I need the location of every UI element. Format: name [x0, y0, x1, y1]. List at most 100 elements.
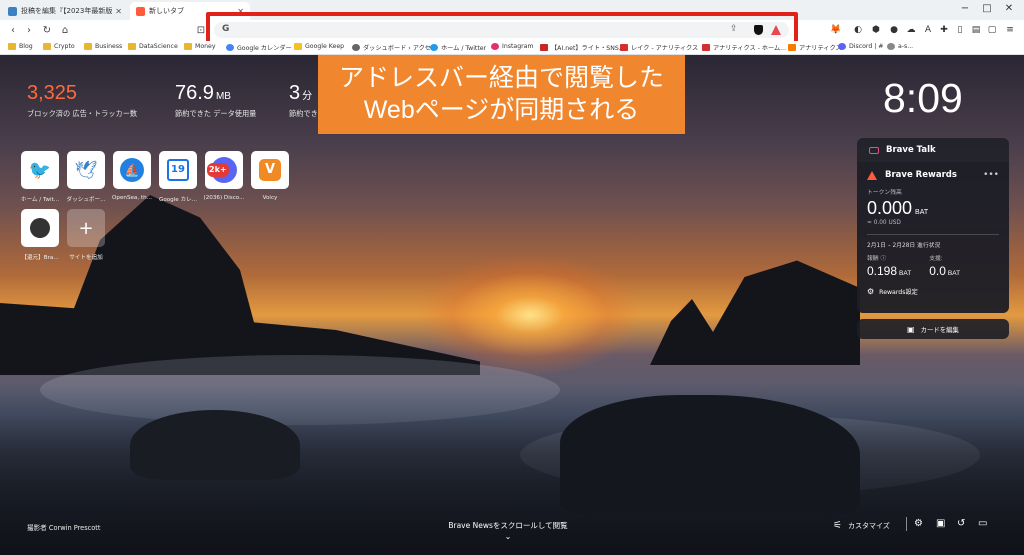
forward-button[interactable]: ›: [22, 23, 36, 37]
sliders-icon: ⚟: [833, 520, 842, 531]
minimize-button[interactable]: −: [954, 3, 976, 14]
instagram-icon: [491, 43, 499, 50]
dots-icon: [887, 43, 895, 50]
edit-cards-button[interactable]: ▣ カードを編集: [857, 319, 1009, 339]
circle-extension-icon[interactable]: ●: [888, 24, 900, 36]
twitter-icon: 🐦: [21, 151, 59, 189]
foreground-rock: [130, 410, 300, 480]
wordpress-bird-icon: 🕊: [67, 151, 105, 189]
bookmark-item[interactable]: アナリティクス - ホーム...: [702, 43, 786, 52]
bookmark-item[interactable]: ホーム / Twitter: [430, 43, 486, 52]
sea-stack-right: [650, 260, 860, 365]
talk-video-icon[interactable]: ▭: [978, 518, 987, 529]
bookmark-item[interactable]: a-s...: [887, 43, 913, 50]
analytics-icon: [788, 44, 796, 51]
discord-icon: [838, 43, 846, 50]
more-options-icon[interactable]: •••: [983, 170, 999, 180]
flag-icon: [702, 44, 710, 51]
bookmark-item[interactable]: Money: [184, 43, 216, 50]
folder-icon: [84, 43, 92, 50]
bookmarks-icon[interactable]: ▣: [936, 518, 945, 529]
gear-icon: ⚙: [867, 287, 875, 296]
tab-title: 投稿を編集『【2023年最新版】余うだけで: [21, 7, 113, 15]
folder-icon: [43, 43, 51, 50]
bookmark-item[interactable]: 【AI.net】ライト・SNS...: [540, 43, 625, 52]
maximize-button[interactable]: □: [976, 3, 998, 14]
bookmark-item[interactable]: DataScience: [128, 43, 178, 50]
brave-rewards-icon: [867, 170, 877, 180]
photo-credit[interactable]: 撮影者 Corwin Prescott: [27, 522, 100, 532]
flag-icon: [620, 44, 628, 51]
folder-icon: [128, 43, 136, 50]
settings-icon[interactable]: ⚙: [914, 518, 923, 529]
wallet-icon[interactable]: ▤: [970, 24, 982, 36]
bookmark-item[interactable]: Discord | #: [838, 43, 883, 50]
wordpress-favicon-icon: [8, 6, 17, 16]
bookmark-item[interactable]: Google カレンダー: [226, 43, 292, 52]
widget-panel: Brave Talk Brave Rewards ••• トークン残高 0.00…: [857, 138, 1009, 339]
back-button[interactable]: ‹: [6, 23, 20, 37]
brave-rewards-card: Brave Rewards ••• トークン残高 0.000 BAT ≈ 0.00…: [857, 162, 1009, 313]
twitter-icon: [430, 44, 438, 51]
brave-talk-card[interactable]: Brave Talk: [857, 138, 1009, 162]
a-extension-icon[interactable]: A: [922, 24, 934, 36]
cloud-extension-icon[interactable]: ☁: [905, 24, 917, 36]
vpn-icon[interactable]: ▢: [986, 24, 998, 36]
bookmark-item[interactable]: アナリティクス: [788, 43, 842, 52]
bookmark-item[interactable]: Google Keep: [294, 43, 344, 50]
puzzle-extensions-icon[interactable]: ✚: [938, 24, 950, 36]
home-button[interactable]: ⌂: [58, 23, 72, 37]
wallet-extension-icon[interactable]: ◐: [852, 24, 864, 36]
add-icon: +: [67, 209, 105, 247]
opensea-icon: ⛵: [113, 151, 151, 189]
tab-close-icon[interactable]: ✕: [115, 7, 122, 16]
bookmark-item[interactable]: レイク - アナリティクス: [620, 43, 698, 52]
stat-bandwidth-saved: 76.9 MB 節約できた データ使用量: [175, 82, 257, 118]
support-section: 支援: 0.0 BAT: [929, 256, 961, 278]
chevron-down-icon: ⌄: [504, 532, 512, 541]
bookmark-item[interactable]: Blog: [8, 43, 33, 50]
close-window-button[interactable]: ✕: [998, 3, 1020, 14]
discord-icon: 2k+: [205, 151, 243, 189]
video-camera-icon: [869, 146, 879, 154]
brave-favicon-icon: [136, 6, 145, 16]
google-calendar-icon: 19: [159, 151, 197, 189]
brave-news-prompt[interactable]: Brave Newsをスクロールして閲覧 ⌄: [443, 520, 573, 541]
google-calendar-icon: [226, 44, 234, 51]
brave-globe-icon: [21, 209, 59, 247]
rewards-settings-link[interactable]: ⚙ Rewards設定: [867, 287, 999, 296]
voicy-icon: V: [251, 151, 289, 189]
google-keep-icon: [294, 43, 302, 50]
bookmark-item[interactable]: Business: [84, 43, 122, 50]
folder-icon: [184, 43, 192, 50]
bookmark-item[interactable]: Crypto: [43, 43, 75, 50]
history-icon[interactable]: ↺: [957, 518, 965, 529]
top-site-tile[interactable]: 🕊 ダッシュボー...: [67, 151, 105, 203]
top-site-tile[interactable]: 【還元】Bra...: [21, 209, 59, 261]
shield-extension-icon[interactable]: ⬢: [870, 24, 882, 36]
top-site-tile[interactable]: 🐦 ホーム / Twit...: [21, 151, 59, 203]
stat-blocked-trackers: 3,325 ブロック済の 広告・トラッカー数: [27, 82, 138, 118]
news-icon: [540, 44, 548, 51]
top-site-tile[interactable]: 2k+ (2036) Disco...: [204, 151, 244, 201]
foreground-rock: [560, 395, 860, 515]
customize-button[interactable]: ⚟ カスタマイズ: [833, 520, 890, 531]
top-site-tile[interactable]: 19 Google カレ...: [159, 151, 197, 203]
tab-edit-post[interactable]: 投稿を編集『【2023年最新版】余うだけで ✕: [2, 2, 128, 20]
pin-icon: [352, 44, 360, 51]
divider: [906, 517, 907, 531]
add-site-tile[interactable]: + サイトを追加: [67, 209, 105, 261]
top-site-tile[interactable]: ⛵ OpenSea, th...: [112, 151, 152, 201]
bookmark-item[interactable]: ダッシュボード › アクセ...: [352, 43, 437, 52]
top-site-tile[interactable]: V Voicy: [251, 151, 289, 201]
clock: 8:09: [883, 75, 963, 121]
reload-button[interactable]: ↻: [40, 23, 54, 37]
earned-section: 報酬 ⓘ 0.198 BAT: [867, 256, 912, 278]
token-balance: 0.000 BAT: [867, 198, 929, 218]
cards-icon: ▣: [907, 324, 915, 334]
sidebar-icon[interactable]: ▯: [954, 24, 966, 36]
metamask-extension-icon[interactable]: 🦊: [830, 24, 842, 36]
menu-icon[interactable]: ≡: [1004, 24, 1016, 36]
bookmarks-bar: Blog Crypto Business DataScience Money G…: [0, 41, 1024, 55]
bookmark-item[interactable]: Instagram: [491, 43, 533, 50]
